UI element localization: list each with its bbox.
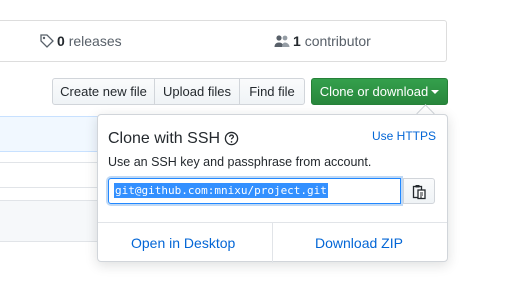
clone-download-label: Clone or download (319, 84, 429, 99)
use-https-link[interactable]: Use HTTPS (372, 129, 436, 143)
clone-description: Use an SSH key and passphrase from accou… (108, 155, 372, 169)
contributors-label: contributor (304, 33, 371, 49)
clone-url-text: git@github.com:mnixu/project.git (114, 183, 328, 198)
open-in-desktop-link[interactable]: Open in Desktop (131, 235, 235, 251)
releases-stat[interactable]: 0 releases (40, 33, 122, 51)
clone-footer: Open in Desktop Download ZIP (98, 222, 447, 263)
clone-download-button[interactable]: Clone or download (311, 78, 448, 105)
download-zip-link[interactable]: Download ZIP (315, 235, 403, 251)
caret-down-icon (431, 90, 440, 94)
commit-tease-row (0, 116, 100, 152)
file-row-divider (0, 187, 100, 188)
create-new-file-button[interactable]: Create new file (52, 78, 155, 105)
contributors-stat[interactable]: 1 contributor (274, 33, 371, 51)
upload-files-button[interactable]: Upload files (154, 78, 240, 105)
find-file-button[interactable]: Find file (239, 78, 305, 105)
contributors-count: 1 (293, 33, 301, 49)
clone-title-text: Clone with SSH (108, 130, 221, 147)
copy-to-clipboard-button[interactable] (403, 178, 435, 204)
people-icon (274, 34, 290, 51)
clone-title: Clone with SSH (108, 130, 239, 151)
clone-dropdown: Clone with SSH Use HTTPS Use an SSH key … (97, 114, 448, 263)
footer-divider (272, 223, 273, 263)
readme-header (0, 200, 100, 242)
tag-icon (40, 34, 54, 51)
repo-stats-bar: 0 releases 1 contributor (0, 20, 447, 62)
clone-url-input[interactable]: git@github.com:mnixu/project.git (108, 178, 401, 204)
releases-count: 0 (57, 33, 65, 49)
releases-label: releases (68, 33, 122, 49)
file-row-divider (0, 162, 100, 163)
question-icon[interactable] (224, 131, 239, 151)
